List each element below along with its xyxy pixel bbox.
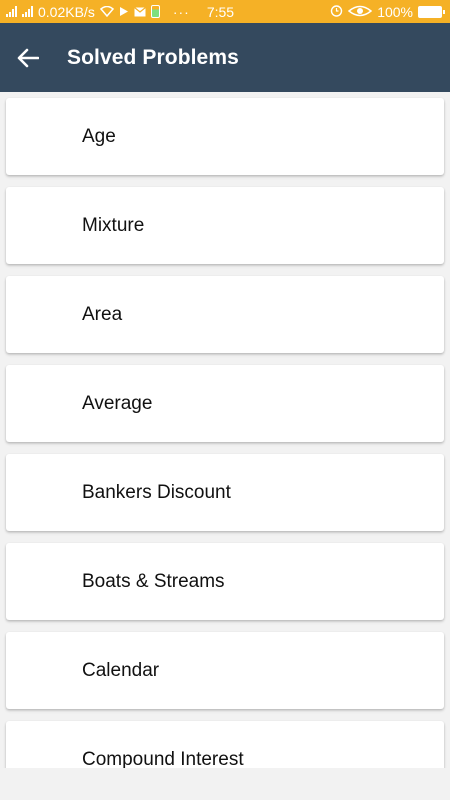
wifi-icon <box>99 4 114 20</box>
clock: 7:55 <box>206 3 235 20</box>
network-speed: 0.02KB/s <box>38 3 95 20</box>
battery-percent: 100% <box>377 3 413 20</box>
status-right: 100% <box>330 3 445 20</box>
more-dots-icon: ··· <box>172 3 190 20</box>
list-item-area[interactable]: Area <box>6 276 444 353</box>
list-item-label: Age <box>82 125 116 147</box>
list-item-age[interactable]: Age <box>6 98 444 175</box>
list-item-label: Average <box>82 392 153 414</box>
arrow-back-icon[interactable] <box>14 44 42 72</box>
list-item-label: Bankers Discount <box>82 481 231 503</box>
app-bar: Solved Problems <box>0 23 450 92</box>
list-item-label: Mixture <box>82 214 145 236</box>
mail-icon <box>133 4 146 20</box>
battery-icon <box>418 5 445 18</box>
list-item-average[interactable]: Average <box>6 365 444 442</box>
battery-small-icon <box>150 5 160 18</box>
list-item-compound-interest[interactable]: Compound Interest <box>6 721 444 768</box>
list-item-label: Calendar <box>82 659 160 681</box>
list-item-calendar[interactable]: Calendar <box>6 632 444 709</box>
page-title: Solved Problems <box>67 45 239 69</box>
list-item-label: Compound Interest <box>82 748 244 769</box>
list-item-label: Area <box>82 303 123 325</box>
list-item-mixture[interactable]: Mixture <box>6 187 444 264</box>
status-left: 0.02KB/s ··· 7:55 <box>6 4 234 20</box>
list-item-boats-streams[interactable]: Boats & Streams <box>6 543 444 620</box>
alarm-icon <box>330 4 343 20</box>
status-bar: 0.02KB/s ··· 7:55 100% <box>0 0 450 23</box>
eye-icon <box>348 4 373 20</box>
play-store-icon <box>119 4 129 20</box>
list-item-bankers-discount[interactable]: Bankers Discount <box>6 454 444 531</box>
problem-list: Age Mixture Area Average Bankers Discoun… <box>0 92 450 768</box>
signal-icon <box>22 6 33 17</box>
signal-icon <box>6 6 17 17</box>
list-item-label: Boats & Streams <box>82 570 225 592</box>
